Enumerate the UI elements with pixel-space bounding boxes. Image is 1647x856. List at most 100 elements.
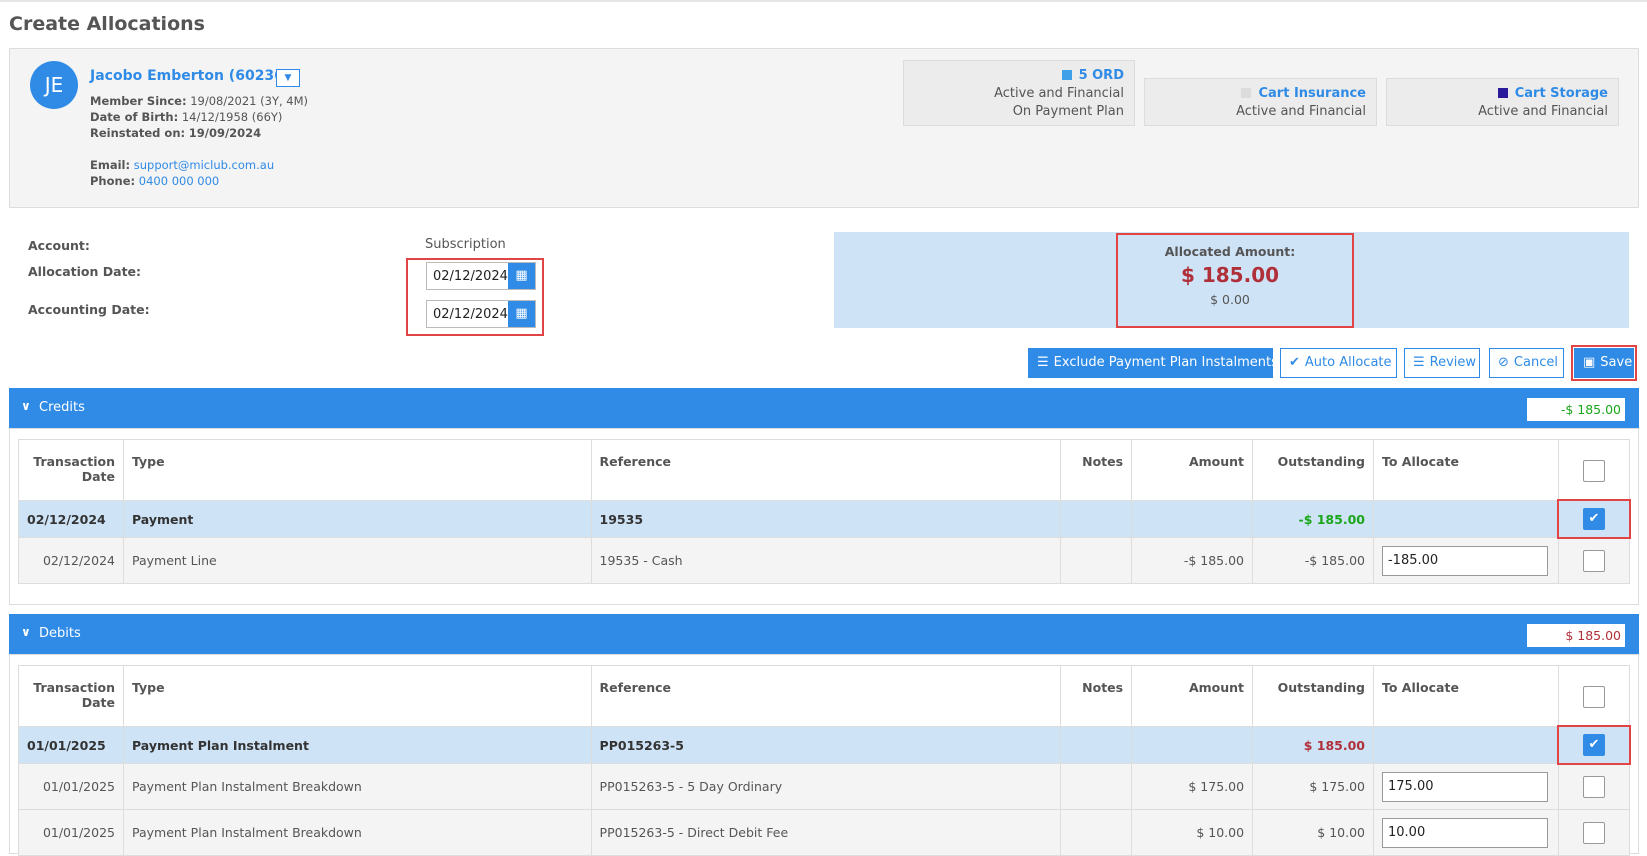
exclude-payment-plan-button[interactable]: ☰ Exclude Payment Plan Instalments: [1028, 348, 1278, 378]
table-row[interactable]: 01/01/2025 Payment Plan Instalment Break…: [18, 809, 1631, 856]
highlight-allocated: [1116, 233, 1354, 328]
ban-icon: ⊘: [1498, 355, 1509, 370]
membership-name[interactable]: Cart Storage: [1515, 86, 1608, 101]
phone-row: Phone: 0400 000 000: [90, 174, 220, 188]
date-of-birth: Date of Birth: 14/12/1958 (66Y): [90, 110, 283, 124]
debits-total: $ 185.00: [1527, 624, 1625, 647]
col-transaction-date[interactable]: Transaction Date: [18, 439, 124, 501]
col-type[interactable]: Type: [122, 665, 592, 727]
col-amount[interactable]: Amount: [1131, 665, 1254, 727]
membership-name[interactable]: Cart Insurance: [1258, 86, 1366, 101]
row-amount: [1131, 726, 1254, 764]
row-amount: $ 175.00: [1131, 763, 1254, 810]
chevron-down-icon[interactable]: ∨: [21, 399, 31, 413]
to-allocate-input[interactable]: [1382, 817, 1548, 848]
row-checkbox[interactable]: [1582, 821, 1605, 844]
row-type: Payment: [122, 500, 592, 538]
membership-card-cart-insurance: Cart Insurance Active and Financial: [1144, 78, 1377, 126]
credits-total: -$ 185.00: [1527, 398, 1625, 421]
table-row[interactable]: 02/12/2024 Payment 19535 -$ 185.00 ✔: [18, 500, 1631, 538]
table-row[interactable]: 01/01/2025 Payment Plan Instalment Break…: [18, 763, 1631, 810]
row-date: 01/01/2025: [18, 726, 124, 764]
to-allocate-input[interactable]: [1381, 545, 1548, 576]
list-icon: ☰: [1413, 355, 1425, 370]
col-outstanding[interactable]: Outstanding: [1252, 665, 1374, 727]
membership-color-swatch: [1241, 88, 1252, 98]
membership-status: Active and Financial: [1236, 104, 1366, 119]
phone-link[interactable]: 0400 000 000: [139, 174, 219, 188]
debits-header[interactable]: ∨ Debits $ 185.00: [9, 614, 1639, 654]
allocation-date-label: Allocation Date:: [28, 264, 142, 279]
row-date: 01/01/2025: [18, 809, 124, 856]
row-date: 02/12/2024: [18, 537, 124, 584]
credits-panel: Transaction Date Type Reference Notes Amo…: [9, 428, 1639, 605]
row-checkbox[interactable]: [1582, 549, 1605, 572]
caret-down-icon: ▼: [284, 73, 292, 83]
col-to-allocate[interactable]: To Allocate: [1372, 439, 1559, 501]
row-to-allocate: [1372, 537, 1559, 584]
row-notes: [1060, 500, 1133, 538]
member-dropdown-button[interactable]: ▼: [276, 69, 300, 87]
row-outstanding: $ 175.00: [1252, 763, 1374, 810]
accounting-date-label: Accounting Date:: [28, 302, 150, 317]
col-transaction-date[interactable]: Transaction Date: [18, 665, 124, 727]
account-value: Subscription: [425, 237, 506, 252]
member-name-link[interactable]: Jacobo Emberton (60236): [90, 68, 290, 84]
col-notes[interactable]: Notes: [1060, 439, 1133, 501]
membership-status: Active and Financial: [1478, 104, 1608, 119]
member-card: JE Jacobo Emberton (60236) ▼ Member Sinc…: [9, 48, 1639, 208]
credits-title: Credits: [39, 400, 85, 415]
account-label: Account:: [28, 238, 90, 253]
debits-panel: Transaction Date Type Reference Notes Amo…: [9, 654, 1639, 856]
debits-title: Debits: [39, 626, 81, 641]
col-outstanding[interactable]: Outstanding: [1252, 439, 1374, 501]
membership-name[interactable]: 5 ORD: [1079, 68, 1124, 83]
top-divider: [0, 0, 1647, 2]
col-select-all: [1557, 439, 1631, 501]
row-checkbox[interactable]: [1582, 775, 1605, 798]
email-row: Email: support@miclub.com.au: [90, 158, 275, 172]
col-type[interactable]: Type: [122, 439, 592, 501]
chevron-down-icon[interactable]: ∨: [21, 625, 31, 639]
col-notes[interactable]: Notes: [1060, 665, 1133, 727]
col-reference[interactable]: Reference: [590, 665, 1062, 727]
table-row[interactable]: 02/12/2024 Payment Line 19535 - Cash -$ …: [18, 537, 1631, 584]
auto-allocate-button[interactable]: ✔ Auto Allocate: [1280, 348, 1397, 378]
row-to-allocate: [1373, 726, 1559, 764]
select-all-checkbox[interactable]: [1582, 686, 1605, 708]
check-icon: ✔: [1289, 355, 1300, 370]
row-outstanding: -$ 185.00: [1252, 537, 1374, 584]
page-title: Create Allocations: [9, 13, 205, 35]
row-amount: [1131, 500, 1254, 538]
row-select: [1557, 537, 1631, 584]
membership-status: Active and Financial: [994, 86, 1124, 101]
row-select: [1557, 809, 1631, 856]
row-notes: [1060, 726, 1133, 764]
table-row[interactable]: 01/01/2025 Payment Plan Instalment PP015…: [18, 726, 1631, 764]
row-type: Payment Plan Instalment Breakdown: [122, 809, 592, 856]
review-button[interactable]: ☰ Review: [1404, 348, 1480, 378]
row-notes: [1060, 537, 1133, 584]
row-outstanding: $ 185.00: [1252, 726, 1374, 764]
col-to-allocate[interactable]: To Allocate: [1373, 665, 1559, 727]
row-type: Payment Plan Instalment Breakdown: [122, 763, 592, 810]
credits-header[interactable]: ∨ Credits -$ 185.00: [9, 388, 1639, 428]
row-reference: PP015263-5: [590, 726, 1062, 764]
col-amount[interactable]: Amount: [1131, 439, 1254, 501]
list-icon: ☰: [1037, 355, 1049, 370]
row-amount: $ 10.00: [1131, 809, 1254, 856]
row-reference: PP015263-5 - 5 Day Ordinary: [590, 763, 1062, 810]
highlight-save: [1571, 345, 1637, 381]
email-link[interactable]: support@miclub.com.au: [134, 158, 274, 172]
col-reference[interactable]: Reference: [590, 439, 1062, 501]
row-date: 01/01/2025: [18, 763, 124, 810]
membership-card-5-ord: 5 ORD Active and Financial On Payment Pl…: [903, 60, 1135, 126]
to-allocate-input[interactable]: [1382, 771, 1548, 802]
cancel-button[interactable]: ⊘ Cancel: [1489, 348, 1564, 378]
row-date: 02/12/2024: [18, 500, 124, 538]
col-select-all: [1557, 665, 1631, 727]
reinstated-on: Reinstated on: 19/09/2024: [90, 126, 262, 140]
highlight-dates: [406, 258, 544, 336]
membership-card-cart-storage: Cart Storage Active and Financial: [1386, 78, 1619, 126]
select-all-checkbox[interactable]: [1582, 460, 1605, 482]
